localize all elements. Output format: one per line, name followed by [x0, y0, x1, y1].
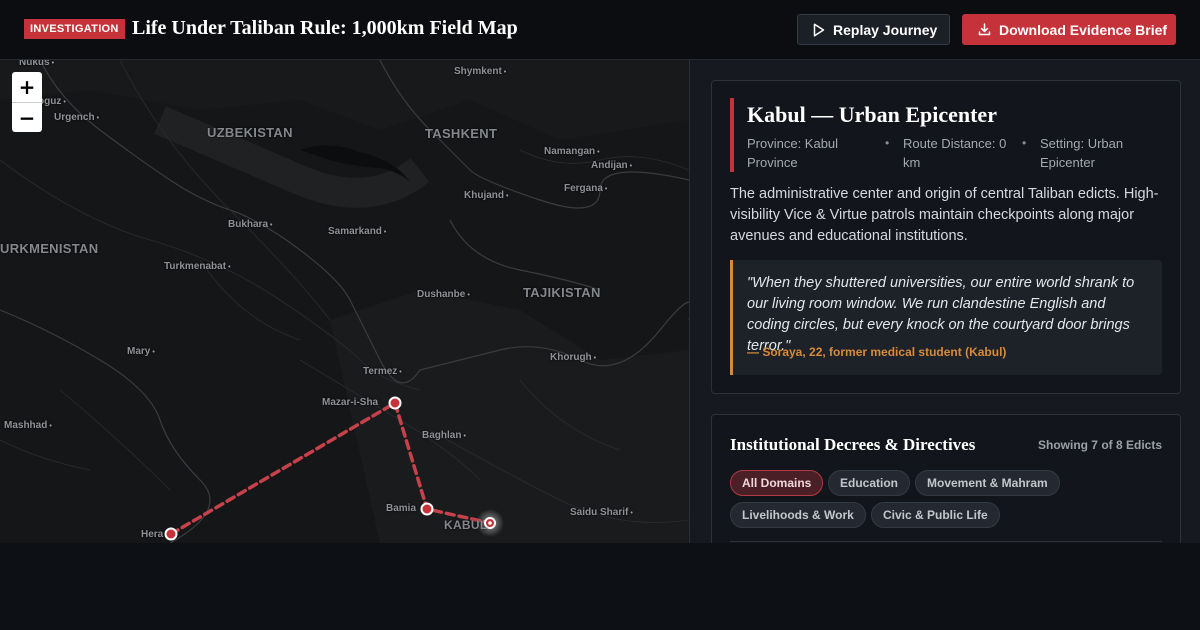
- route-node-bamiyan[interactable]: [420, 502, 434, 516]
- zoom-control: + −: [12, 72, 42, 132]
- map-label-tajikistan: TAJIKISTAN: [523, 285, 601, 300]
- route-node-herat[interactable]: [164, 527, 178, 541]
- map-label-city: Baghlan: [422, 430, 466, 441]
- map-label-uzbekistan: UZBEKISTAN: [207, 125, 293, 140]
- page-bottom-area: [0, 543, 1200, 630]
- filter-all-domains[interactable]: All Domains: [730, 470, 824, 496]
- map-label-city: Namangan: [544, 146, 600, 157]
- download-evidence-button[interactable]: Download Evidence Brief: [962, 14, 1176, 45]
- map-label-city: Shymkent: [454, 66, 506, 77]
- map-label-city: Andijan: [591, 160, 632, 171]
- map-label-city: Mary: [127, 346, 155, 357]
- location-province: Province: Kabul Province: [747, 136, 839, 170]
- location-card: Kabul — Urban Epicenter Province: Kabul …: [711, 80, 1181, 394]
- route-node-mazar[interactable]: [388, 396, 402, 410]
- location-distance: Route Distance: 0 km: [903, 136, 1007, 170]
- map-label-city: oguz: [38, 96, 66, 107]
- field-map[interactable]: UZBEKISTAN TASHKENT TAJIKISTAN URKMENIST…: [0, 60, 689, 543]
- download-evidence-label: Download Evidence Brief: [999, 21, 1168, 38]
- replay-journey-label: Replay Journey: [833, 21, 938, 38]
- detail-panel[interactable]: Kabul — Urban Epicenter Province: Kabul …: [689, 60, 1200, 543]
- filter-movement-mahram[interactable]: Movement & Mahram: [915, 470, 1060, 496]
- map-label-city: Turkmenabat: [164, 261, 231, 272]
- location-description: The administrative center and origin of …: [730, 186, 1159, 244]
- filter-civic-public-life[interactable]: Civic & Public Life: [871, 502, 1000, 528]
- play-icon: [813, 22, 825, 37]
- download-icon: [978, 23, 991, 36]
- replay-journey-button[interactable]: Replay Journey: [797, 14, 950, 45]
- top-header: INVESTIGATION Life Under Taliban Rule: 1…: [0, 0, 1200, 60]
- location-accent-bar: [730, 98, 734, 172]
- filter-livelihoods-work[interactable]: Livelihoods & Work: [730, 502, 866, 528]
- map-label-city: Nukus: [19, 60, 54, 68]
- quote-attribution: — Soraya, 22, former medical student (Ka…: [747, 345, 1007, 359]
- map-label-city: Bukhara: [228, 219, 272, 230]
- meta-separator: •: [1022, 136, 1027, 150]
- decrees-count: Showing 7 of 8 Edicts: [1037, 438, 1162, 452]
- map-label-city: Termez: [363, 366, 402, 377]
- zoom-in-button[interactable]: +: [12, 72, 42, 102]
- map-label-city: Bamia: [386, 503, 417, 514]
- map-label-city: Khorugh: [550, 352, 596, 363]
- location-title: Kabul — Urban Epicenter: [747, 102, 997, 127]
- map-label-turkmenistan: URKMENISTAN: [0, 241, 99, 256]
- filter-education[interactable]: Education: [828, 470, 911, 496]
- decrees-title: Institutional Decrees & Directives: [730, 435, 976, 454]
- map-basemap: [0, 60, 689, 543]
- decrees-card: Institutional Decrees & Directives Showi…: [711, 414, 1181, 543]
- zoom-out-button[interactable]: −: [12, 102, 42, 132]
- map-label-city: Saidu Sharif: [570, 507, 633, 518]
- map-label-city: Mazar-i-Sha: [322, 397, 379, 408]
- map-label-city: Dushanbe: [417, 289, 470, 300]
- map-label-city: Urgench: [54, 112, 99, 123]
- location-setting: Setting: Urban Epicenter: [1040, 136, 1124, 170]
- map-label-city: Fergana: [564, 183, 607, 194]
- testimony-quote: "When they shuttered universities, our e…: [730, 260, 1162, 375]
- map-label-kabul: KABUL: [444, 518, 488, 532]
- map-label-city: Samarkand: [328, 226, 386, 237]
- map-label-city: Mashhad: [4, 420, 52, 431]
- meta-separator: •: [885, 136, 890, 150]
- decrees-divider: [730, 541, 1162, 542]
- map-label-city: Hera: [141, 529, 164, 540]
- investigation-badge: INVESTIGATION: [24, 19, 125, 39]
- page-title: Life Under Taliban Rule: 1,000km Field M…: [132, 17, 518, 39]
- map-label-tashkent: TASHKENT: [425, 126, 498, 141]
- map-label-city: Khujand: [464, 190, 508, 201]
